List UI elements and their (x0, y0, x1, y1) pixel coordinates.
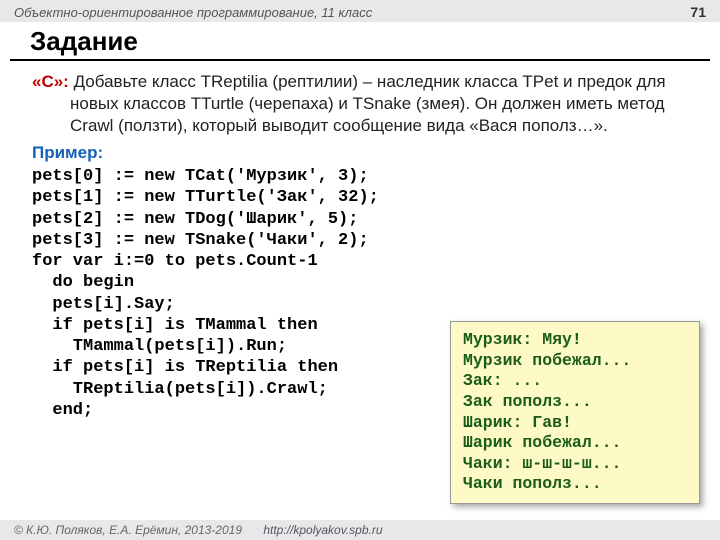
slide-title: Задание (10, 22, 710, 61)
slide-footer: © К.Ю. Поляков, Е.А. Ерёмин, 2013-2019 h… (0, 520, 720, 540)
footer-url: http://kpolyakov.spb.ru (263, 523, 382, 537)
output-box: Мурзик: Мяу! Мурзик побежал... Зак: ... … (450, 321, 700, 504)
task-block: «C»: Добавьте класс TReptilia (рептилии)… (32, 71, 688, 136)
footer-copyright: © К.Ю. Поляков, Е.А. Ерёмин, 2013-2019 (14, 523, 242, 537)
task-label: «C»: (32, 72, 69, 91)
header-topic: Объектно-ориентированное программировани… (14, 5, 372, 20)
page-number: 71 (690, 4, 706, 20)
example-label: Пример: (32, 142, 688, 164)
slide-header: Объектно-ориентированное программировани… (0, 0, 720, 22)
task-description: Добавьте класс TReptilia (рептилии) – на… (69, 72, 666, 135)
